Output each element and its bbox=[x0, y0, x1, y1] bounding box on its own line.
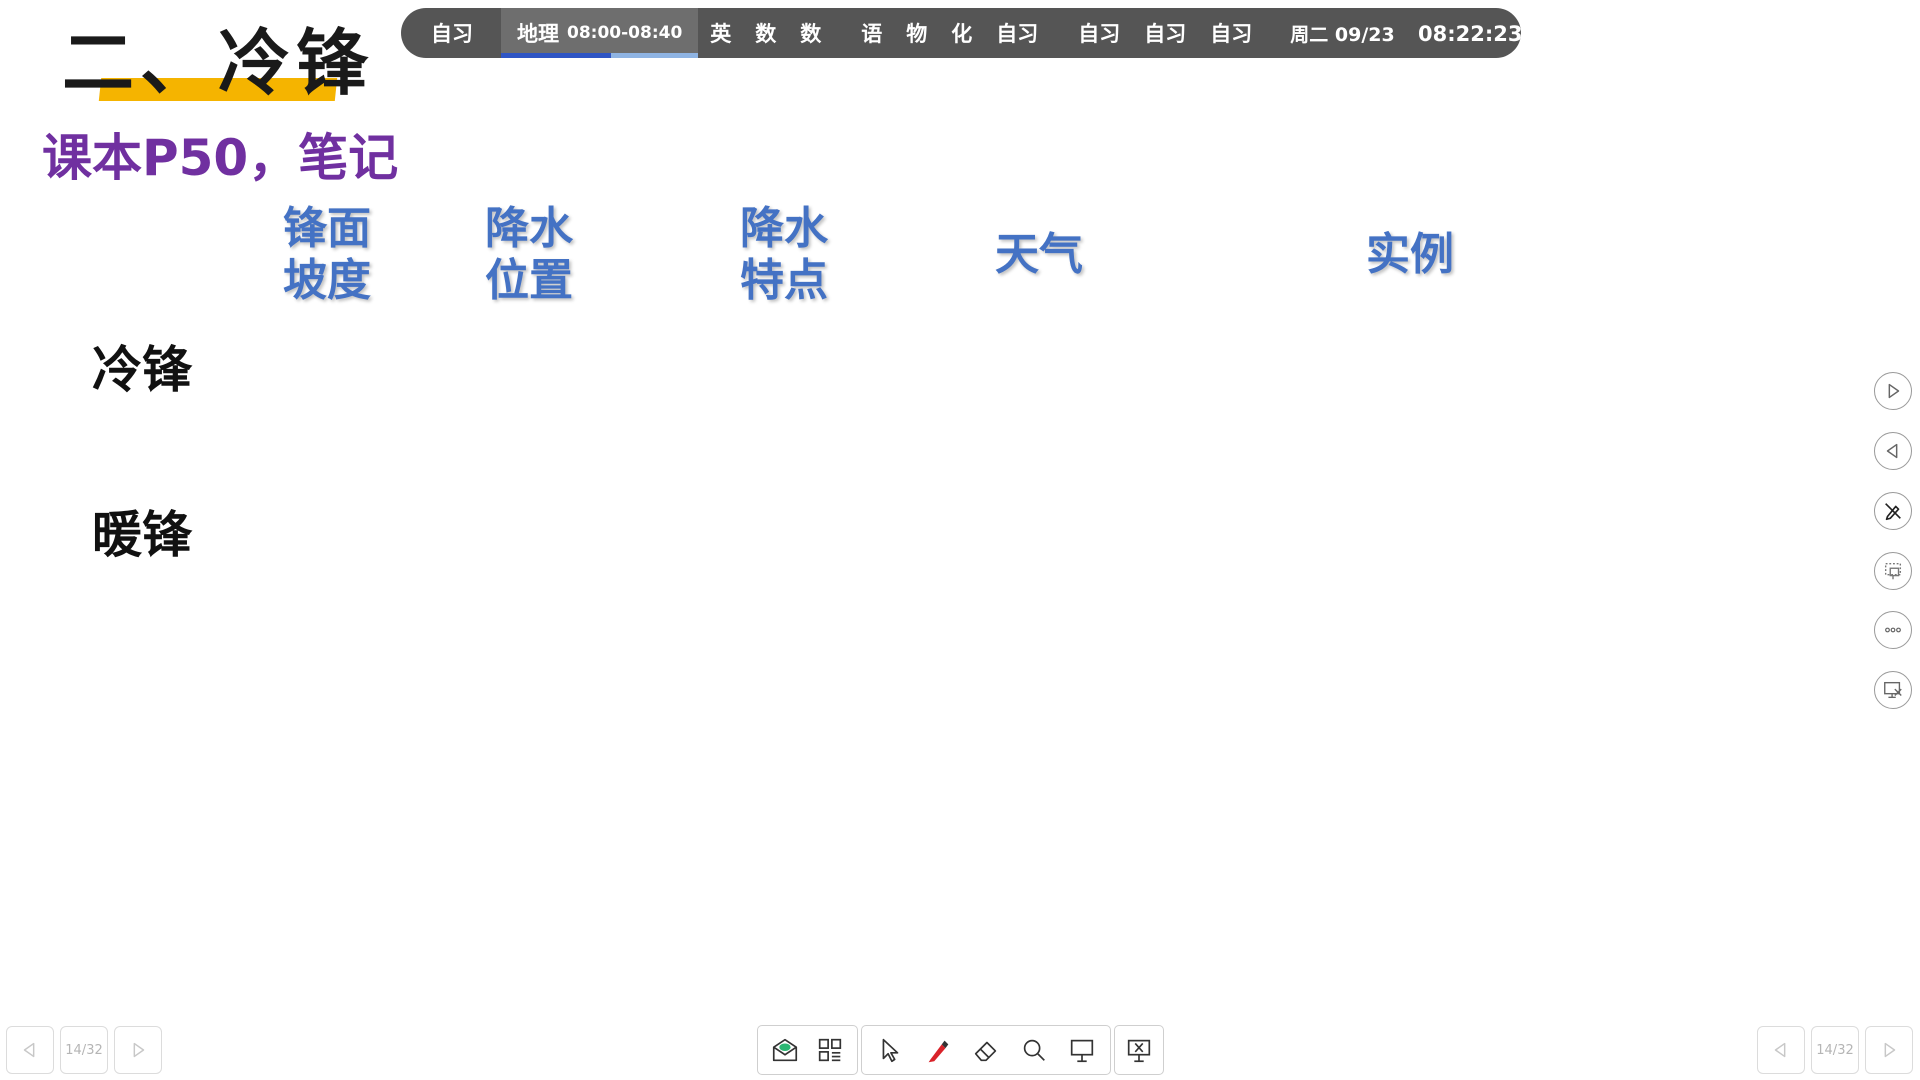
mail-icon bbox=[772, 1038, 797, 1062]
column-header-precip-feature: 降水 特点 bbox=[740, 203, 828, 307]
prev-page-button-right[interactable] bbox=[1757, 1026, 1805, 1074]
close-presentation-button[interactable] bbox=[1115, 1028, 1163, 1072]
exit-screen-icon bbox=[1884, 681, 1902, 699]
pen-toggle-button[interactable] bbox=[1874, 492, 1912, 530]
schedule-period: 物 bbox=[906, 22, 928, 46]
schedule-group: 自习 bbox=[401, 8, 485, 58]
schedule-group: 英 数 数 bbox=[698, 8, 833, 58]
schedule-period: 自习 bbox=[1210, 22, 1253, 46]
clock: 周二 09/23 08:22:23 bbox=[1280, 20, 1521, 47]
schedule-period: 自习 bbox=[1144, 22, 1187, 46]
eraser-button[interactable] bbox=[962, 1028, 1010, 1072]
schedule-group: 自习 自习 自习 bbox=[1066, 8, 1264, 58]
column-header-line: 坡度 bbox=[283, 255, 371, 306]
grid-icon bbox=[819, 1038, 842, 1062]
prev-icon bbox=[1774, 1042, 1786, 1058]
pen-button[interactable] bbox=[914, 1028, 962, 1072]
toolbar-group-apps bbox=[757, 1025, 858, 1075]
schedule-group: 语 物 化 自习 bbox=[849, 8, 1050, 58]
schedule-period: 自习 bbox=[1078, 22, 1121, 46]
play-icon bbox=[1888, 383, 1900, 399]
next-icon bbox=[1884, 1042, 1896, 1058]
row-header-cold-front: 冷锋 bbox=[92, 340, 192, 399]
cursor-button[interactable] bbox=[866, 1028, 914, 1072]
screen-select-button[interactable] bbox=[1874, 552, 1912, 590]
column-header-line: 实例 bbox=[1366, 229, 1454, 280]
column-header-weather: 天气 bbox=[995, 229, 1083, 281]
current-period-time: 08:00-08:40 bbox=[567, 23, 683, 43]
column-header-precip-position: 降水 位置 bbox=[485, 203, 573, 307]
prev-page-button-left[interactable] bbox=[6, 1026, 54, 1074]
clock-date: 周二 09/23 bbox=[1290, 23, 1395, 46]
more-button[interactable] bbox=[1874, 611, 1912, 649]
page-indicator-right[interactable]: 14/32 bbox=[1811, 1026, 1859, 1074]
schedule-period: 自习 bbox=[996, 22, 1039, 46]
back-button[interactable] bbox=[1874, 432, 1912, 470]
period-progress-track bbox=[501, 53, 699, 58]
schedule-period: 自习 bbox=[431, 22, 473, 46]
next-page-button-right[interactable] bbox=[1865, 1026, 1913, 1074]
row-header-warm-front: 暖锋 bbox=[92, 505, 192, 564]
schedule-current-period: 地理 08:00-08:40 bbox=[501, 8, 699, 58]
next-icon bbox=[133, 1042, 145, 1058]
close-presentation-icon bbox=[1127, 1039, 1151, 1063]
column-header-line: 降水 bbox=[485, 203, 573, 254]
whiteboard-icon bbox=[1070, 1039, 1094, 1063]
mail-button[interactable] bbox=[762, 1028, 808, 1072]
screen-select-icon bbox=[1884, 562, 1902, 580]
column-header-line: 特点 bbox=[740, 255, 828, 306]
slide-title: 二、冷锋 bbox=[62, 21, 375, 105]
column-header-line: 位置 bbox=[485, 255, 573, 306]
search-icon bbox=[1023, 1039, 1045, 1061]
column-header-line: 降水 bbox=[740, 203, 828, 254]
pen-icon bbox=[928, 1040, 949, 1063]
next-page-button-left[interactable] bbox=[114, 1026, 162, 1074]
back-icon bbox=[1886, 443, 1898, 459]
exit-screen-button[interactable] bbox=[1874, 671, 1912, 709]
current-subject: 地理 bbox=[517, 22, 559, 46]
schedule-period: 数 bbox=[800, 22, 822, 46]
more-icon bbox=[1885, 627, 1901, 633]
schedule-period: 英 bbox=[710, 22, 732, 46]
column-header-line: 天气 bbox=[995, 229, 1083, 280]
schedule-period: 语 bbox=[861, 22, 883, 46]
slide-subtitle: 课本P50，笔记 bbox=[42, 129, 399, 187]
pen-disabled-icon bbox=[1885, 503, 1901, 521]
column-header-example: 实例 bbox=[1366, 229, 1454, 281]
period-progress-fill bbox=[501, 53, 612, 58]
toolbar-group-exit bbox=[1114, 1025, 1164, 1075]
class-schedule-bar: 自习 地理 08:00-08:40 英 数 数 语 物 化 自习 自习 自习 自… bbox=[401, 8, 1521, 58]
search-button[interactable] bbox=[1010, 1028, 1058, 1072]
column-header-front-slope: 锋面 坡度 bbox=[283, 203, 371, 307]
schedule-period: 化 bbox=[951, 22, 973, 46]
prev-icon bbox=[23, 1042, 35, 1058]
toolbar-group-draw bbox=[861, 1025, 1111, 1075]
apps-grid-button[interactable] bbox=[808, 1028, 854, 1072]
column-header-line: 锋面 bbox=[283, 203, 371, 254]
eraser-icon bbox=[974, 1041, 997, 1062]
clock-time: 08:22:23 bbox=[1418, 21, 1521, 46]
play-button[interactable] bbox=[1874, 372, 1912, 410]
page-indicator-left[interactable]: 14/32 bbox=[60, 1026, 108, 1074]
cursor-icon bbox=[882, 1038, 899, 1063]
whiteboard-button[interactable] bbox=[1058, 1028, 1106, 1072]
schedule-period: 数 bbox=[755, 22, 777, 46]
